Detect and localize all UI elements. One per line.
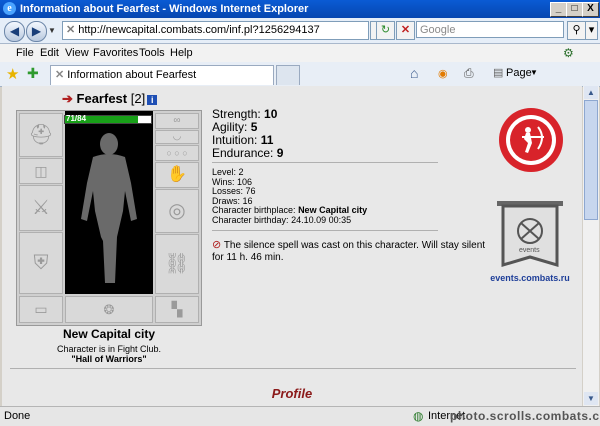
home-icon[interactable]: ⌂ (410, 65, 418, 81)
tab-error-icon: ✕ (55, 69, 65, 81)
search-icon[interactable]: ⚲ (567, 21, 586, 40)
stop-icon[interactable]: ✕ (396, 21, 415, 40)
tab-title: Information about Fearfest (67, 69, 197, 81)
ie-logo-icon: e (3, 2, 16, 15)
refresh-icon[interactable]: ↻ (376, 21, 395, 40)
leggings-slot-icon[interactable]: ⛓ (155, 234, 199, 294)
tab-current[interactable]: ✕ Information about Fearfest (50, 65, 274, 85)
divider (212, 162, 438, 163)
banner-flag-icon (497, 201, 563, 268)
character-silhouette (65, 111, 153, 294)
internet-zone-icon: ◍ (413, 409, 424, 423)
menu-favorites[interactable]: Favorites (93, 47, 138, 59)
character-name: Fearfest (76, 91, 128, 106)
page-content: ➔ Fearfest [2] i ⛑ ◫ ⚔ ⛨ ∞ ◡ ○ ○ ○ ✋ ◎ ⛓ … (2, 86, 582, 406)
bow-figure-icon (522, 126, 544, 153)
city-name: New Capital city (62, 327, 156, 341)
menu-bar: File Edit View Favorites Tools Help ⚙ (0, 44, 600, 63)
scroll-down-icon[interactable]: ▼ (584, 392, 598, 405)
search-input[interactable]: Google (416, 21, 564, 38)
amulet-slot-icon[interactable]: ◡ (155, 130, 199, 144)
gloves-slot-icon[interactable]: ✋ (155, 162, 199, 188)
detail-birthday: Character birthday: 24.10.09 00:35 (212, 214, 352, 225)
banner-label: events (519, 247, 540, 254)
tab-bar: ★ ✚ ✕ Information about Fearfest ⌂ ◉ ⎙ ▤ … (0, 62, 600, 87)
close-button[interactable]: X (582, 2, 599, 17)
add-favorite-icon[interactable]: ✚ (27, 65, 39, 82)
status-text: Done (4, 410, 31, 422)
scroll-up-icon[interactable]: ▲ (584, 86, 598, 99)
vertical-scrollbar[interactable]: ▲ ▼ (583, 86, 599, 406)
address-url: http://newcapital.combats.com/inf.pl?125… (78, 24, 320, 36)
watermark-text: photo.scrolls.combats.com (450, 409, 600, 423)
archer-class-icon (499, 108, 563, 172)
page-icon: ▤ (493, 67, 504, 79)
address-toolbar: ◀ ▶ ▼ ✕ http://newcapital.combats.com/inf… (0, 18, 600, 44)
history-dropdown-icon[interactable]: ▼ (48, 26, 56, 35)
search-options-icon[interactable]: ▾ (585, 21, 598, 40)
status-bar: Done ◍ Internet photo.scrolls.combats.co… (0, 406, 600, 426)
rings-slot-icon[interactable]: ○ ○ ○ (155, 145, 199, 161)
silence-mouth-icon: ⊘ (212, 239, 222, 251)
armor-slot-icon[interactable]: ⛨ (19, 232, 63, 294)
hp-text: 71/84 (66, 114, 87, 123)
details-list: Level: 2 Wins: 106 Losses: 76 Draws: 16 … (212, 167, 367, 225)
bracers-slot-icon[interactable]: ◫ (19, 158, 63, 184)
warrior-figure-icon (81, 133, 137, 283)
profile-heading: Profile (271, 386, 313, 401)
minimize-button[interactable]: _ (550, 2, 567, 17)
weapon-slot-icon[interactable]: ⚔ (19, 185, 63, 231)
helmet-slot-icon[interactable]: ⛑ (19, 113, 63, 157)
divider (212, 230, 438, 231)
info-icon[interactable]: i (147, 94, 158, 105)
earrings-slot-icon[interactable]: ∞ (155, 113, 199, 129)
menu-file[interactable]: File (16, 47, 34, 59)
forward-button[interactable]: ▶ (26, 21, 47, 42)
character-header: ➔ Fearfest [2] i (62, 91, 158, 107)
window-titlebar: e Information about Fearfest - Windows I… (0, 0, 600, 18)
toolbar-options-icon[interactable]: ⚙ (563, 46, 574, 60)
new-tab-button[interactable] (276, 65, 300, 85)
page-error-icon: ✕ (66, 24, 76, 36)
page-menu-button[interactable]: Page (506, 67, 532, 79)
city-info: New Capital city Character is in Fight C… (16, 327, 202, 364)
emblem-slot-icon[interactable]: ❂ (65, 296, 153, 323)
window-title: Information about Fearfest - Windows Int… (20, 3, 309, 15)
events-banner-icon[interactable]: events (495, 199, 565, 279)
shield-slot-icon[interactable]: ◎ (155, 189, 199, 233)
scroll-thumb[interactable] (584, 100, 598, 220)
maximize-button[interactable]: □ (566, 2, 583, 17)
club-line: Character is in Fight Club. (56, 344, 162, 354)
address-input[interactable]: ✕ http://newcapital.combats.com/inf.pl?12… (62, 21, 369, 40)
feeds-icon[interactable]: ◉ (438, 67, 448, 80)
back-button[interactable]: ◀ (4, 21, 25, 42)
silence-text: The silence spell was cast on this chara… (212, 240, 486, 263)
character-level: [2] (130, 91, 146, 106)
boots-slot-icon[interactable]: ▚ (155, 296, 199, 323)
hall-name: "Hall of Warriors" (71, 354, 147, 364)
silence-notice: ⊘ The silence spell was cast on this cha… (212, 239, 494, 264)
stats-list: Strength: 10 Agility: 5 Intuition: 11 En… (212, 108, 283, 160)
arrow-icon: ➔ (62, 91, 73, 106)
equipment-panel: ⛑ ◫ ⚔ ⛨ ∞ ◡ ○ ○ ○ ✋ ◎ ⛓ ▭ ❂ ▚ 71/84 (16, 110, 202, 326)
belt-slot-icon[interactable]: ▭ (19, 296, 63, 323)
print-icon[interactable]: ⎙ (464, 66, 474, 81)
menu-edit[interactable]: Edit (40, 47, 59, 59)
divider (10, 368, 576, 369)
stat-endurance: Endurance: 9 (212, 146, 284, 160)
menu-help[interactable]: Help (170, 47, 193, 59)
menu-view[interactable]: View (65, 47, 89, 59)
favorites-star-icon[interactable]: ★ (6, 65, 19, 83)
events-link[interactable]: events.combats.ru (490, 273, 570, 283)
menu-tools[interactable]: Tools (139, 47, 165, 59)
page-menu-chevron-icon: ▼ (530, 68, 538, 77)
